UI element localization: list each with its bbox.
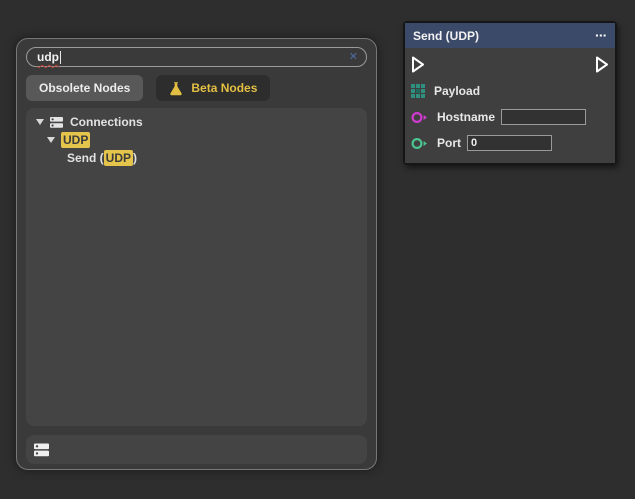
node-editor-canvas[interactable]: udp ✕ Obsolete Nodes Beta Nodes (0, 0, 635, 499)
tree-item-label-pre: Send ( (67, 151, 104, 165)
caret-down-icon[interactable] (36, 119, 44, 125)
obsolete-nodes-button[interactable]: Obsolete Nodes (26, 75, 143, 101)
port-input[interactable] (467, 135, 552, 151)
exec-output-pin[interactable] (595, 56, 609, 73)
search-input[interactable]: udp ✕ (26, 47, 367, 67)
tree-item-label: Connections (70, 115, 143, 129)
exec-pins-row (411, 53, 609, 75)
payload-pin-icon[interactable] (411, 84, 425, 98)
payload-pin-row: Payload (411, 80, 609, 102)
more-options-icon[interactable]: ▪▪▪ (595, 32, 607, 40)
clear-search-icon[interactable]: ✕ (349, 52, 358, 63)
caret-down-icon[interactable] (47, 137, 55, 143)
beta-nodes-button[interactable]: Beta Nodes (156, 75, 270, 101)
filter-buttons-row: Obsolete Nodes Beta Nodes (26, 75, 270, 101)
hostname-input[interactable] (501, 109, 586, 125)
node-body: Payload Hostname (405, 48, 615, 163)
search-query-text: udp (37, 51, 59, 63)
send-udp-node[interactable]: Send (UDP) ▪▪▪ (403, 21, 617, 165)
highlighted-match: UDP (104, 150, 133, 166)
beta-nodes-label: Beta Nodes (191, 81, 257, 95)
server-stack-icon (34, 443, 49, 457)
node-title: Send (UDP) (413, 29, 479, 43)
flask-icon (169, 81, 183, 96)
node-search-panel: udp ✕ Obsolete Nodes Beta Nodes (16, 38, 377, 470)
text-cursor (60, 51, 61, 64)
tree-item-label-post: ) (133, 151, 137, 165)
hostname-pin-icon[interactable] (411, 111, 428, 124)
tree-item-send-udp[interactable]: Send (UDP) (26, 149, 367, 167)
exec-input-pin[interactable] (411, 56, 425, 73)
hostname-label: Hostname (437, 110, 495, 124)
tree-item-udp-group[interactable]: UDP (26, 131, 367, 149)
port-pin-row: Port (411, 132, 609, 154)
search-results-tree: Connections UDP Send (UDP) (26, 108, 367, 426)
panel-footer-bar[interactable] (26, 435, 367, 464)
port-label: Port (437, 136, 461, 150)
payload-label: Payload (434, 84, 480, 98)
category-server-icon (50, 117, 63, 128)
hostname-pin-row: Hostname (411, 106, 609, 128)
port-pin-icon[interactable] (411, 137, 428, 150)
highlighted-match: UDP (61, 132, 90, 148)
obsolete-nodes-label: Obsolete Nodes (39, 81, 130, 95)
node-header[interactable]: Send (UDP) ▪▪▪ (405, 23, 615, 48)
tree-item-connections[interactable]: Connections (26, 113, 367, 131)
